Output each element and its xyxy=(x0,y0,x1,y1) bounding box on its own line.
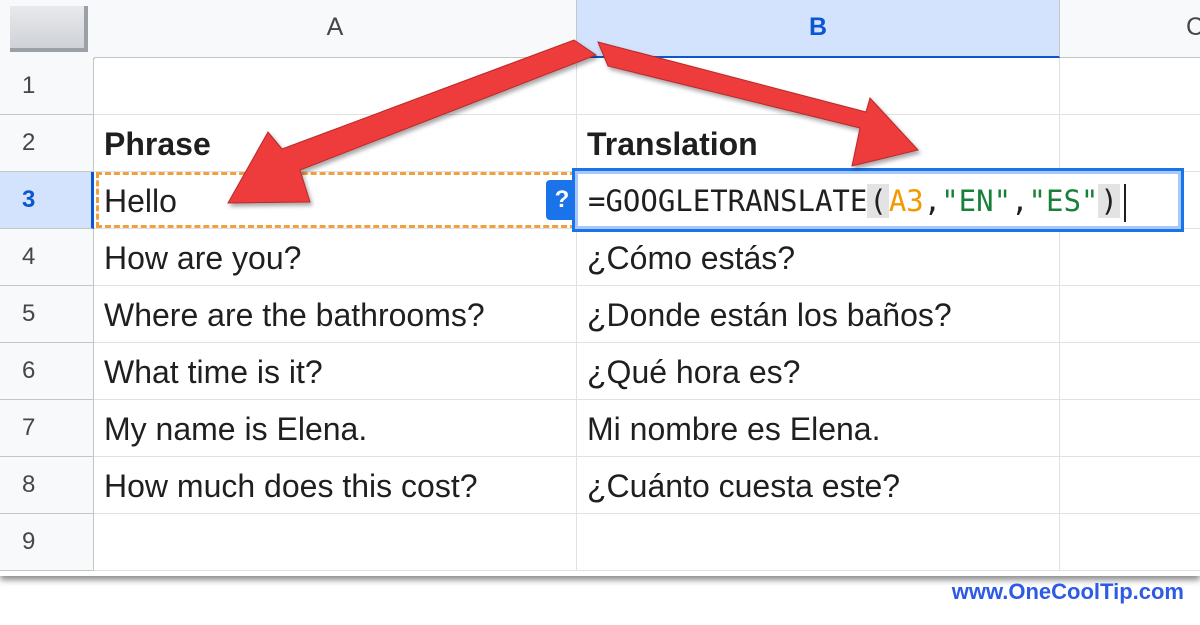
arrow-left-to-a3 xyxy=(227,39,598,204)
arrow-right-to-b2 xyxy=(597,41,919,167)
spreadsheet-grid: A B C 1 2 Phrase Translation 3 Hello 4 H… xyxy=(0,0,1200,576)
annotation-arrows xyxy=(227,39,919,204)
website-watermark: www.OneCoolTip.com xyxy=(951,579,1184,604)
